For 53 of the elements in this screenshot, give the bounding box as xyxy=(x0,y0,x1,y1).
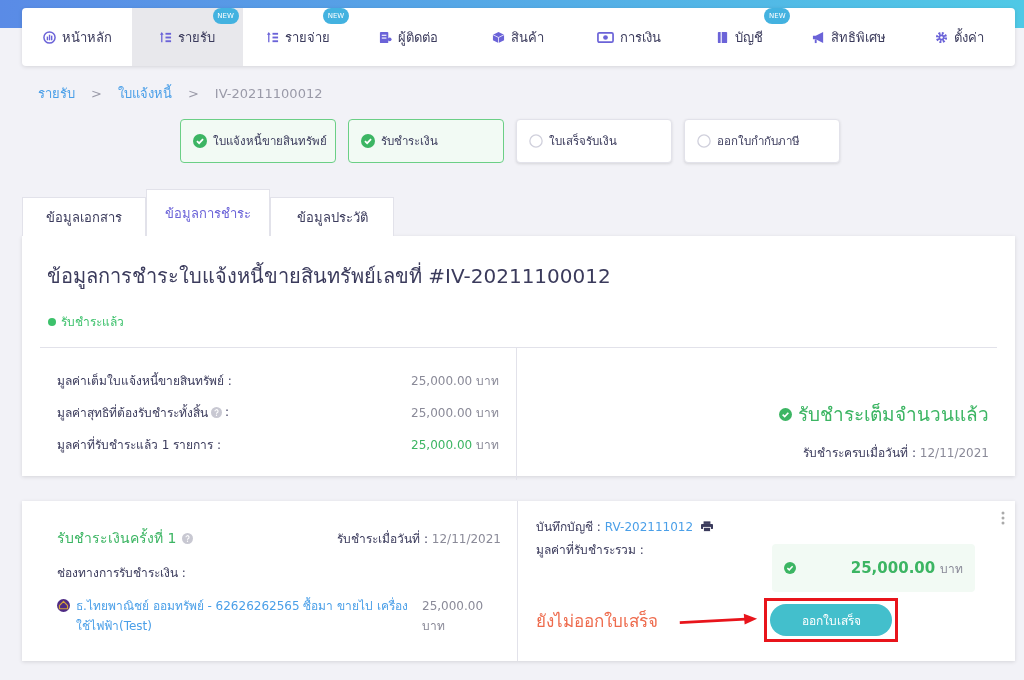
row-value: 25,000.00 บาท xyxy=(411,372,499,390)
paid-date: รับชำระครบเมื่อวันที่ : 12/11/2021 xyxy=(803,443,989,462)
check-circle-icon xyxy=(779,407,792,421)
check-circle-icon xyxy=(361,134,375,148)
annotation-text: ยังไม่ออกใบเสร็จ xyxy=(536,609,658,633)
progress-step: ใบเสร็จรับเงิน xyxy=(516,119,672,163)
printer-icon[interactable] xyxy=(701,521,714,532)
nav-item[interactable]: หน้าหลัก xyxy=(22,8,133,66)
progress-step: ใบแจ้งหนี้ขายสินทรัพย์ xyxy=(180,119,336,163)
row-value: 25,000.00 บาท xyxy=(411,404,499,422)
fully-paid-headline: รับชำระเต็มจำนวนแล้ว xyxy=(798,402,989,427)
book-icon xyxy=(715,30,729,44)
contacts-icon xyxy=(378,30,392,44)
bank-logo-icon xyxy=(57,599,70,612)
total-label: มูลค่าที่รับชำระรวม : xyxy=(536,540,644,560)
empty-circle-icon xyxy=(697,134,711,148)
row-label-colon: : xyxy=(225,405,230,419)
tab[interactable]: ข้อมูลประวัติ xyxy=(270,197,394,236)
channel-label: ช่องทางการรับชำระเงิน : xyxy=(57,565,187,582)
journal-label: บันทึกบัญชี : xyxy=(536,519,601,536)
nav-item[interactable]: สิทธิพิเศษ xyxy=(794,8,905,66)
nav-item[interactable]: สินค้า xyxy=(463,8,574,66)
payment-title: รับชำระเงินครั้งที่ 1 xyxy=(57,527,177,548)
megaphone-icon xyxy=(812,30,826,44)
nav-item[interactable]: การเงิน xyxy=(573,8,684,66)
row-value: 25,000.00 บาท xyxy=(411,436,499,454)
empty-circle-icon xyxy=(529,134,543,148)
nav-item[interactable]: ผู้ติดต่อ xyxy=(353,8,464,66)
banknote-icon xyxy=(596,30,614,44)
help-icon xyxy=(182,532,194,544)
sort-icon xyxy=(159,30,173,44)
settings-icon xyxy=(935,30,949,44)
breadcrumb-current: IV-20211100012 xyxy=(214,85,323,101)
row-label: มูลค่าสุทธิที่ต้องรับชำระทั้งสิ้น xyxy=(57,403,208,422)
row-label: มูลค่าที่รับชำระแล้ว 1 รายการ : xyxy=(57,435,222,454)
box-icon xyxy=(492,30,506,44)
check-circle-icon xyxy=(784,562,796,574)
total-amount: 25,000.00 บาท xyxy=(850,558,963,578)
breadcrumb-separator: > xyxy=(187,85,199,101)
chart-icon xyxy=(42,30,56,44)
nav-item[interactable]: ตั้งค่า xyxy=(904,8,1015,66)
sort-icon xyxy=(265,30,279,44)
check-circle-icon xyxy=(193,134,207,148)
status-label: รับชำระแล้ว xyxy=(61,314,124,331)
payment-date: รับชำระเมื่อวันที่ : 12/11/2021 xyxy=(337,529,501,548)
tab[interactable]: ข้อมูลการชำระ xyxy=(146,189,270,236)
channel-amount: 25,000.00 บาท xyxy=(422,598,484,635)
row-label: มูลค่าเต็มใบแจ้งหนี้ขายสินทรัพย์ : xyxy=(57,371,232,390)
progress-step: รับชำระเงิน xyxy=(348,119,504,163)
summary-title: ข้อมูลการชำระใบแจ้งหนี้ขายสินทรัพย์เลขที่ #IV-20211100012 xyxy=(47,261,612,291)
progress-step: ออกใบกำกับภาษี xyxy=(684,119,840,163)
tab[interactable]: ข้อมูลเอกสาร xyxy=(22,197,146,236)
breadcrumb-separator: > xyxy=(91,85,102,101)
